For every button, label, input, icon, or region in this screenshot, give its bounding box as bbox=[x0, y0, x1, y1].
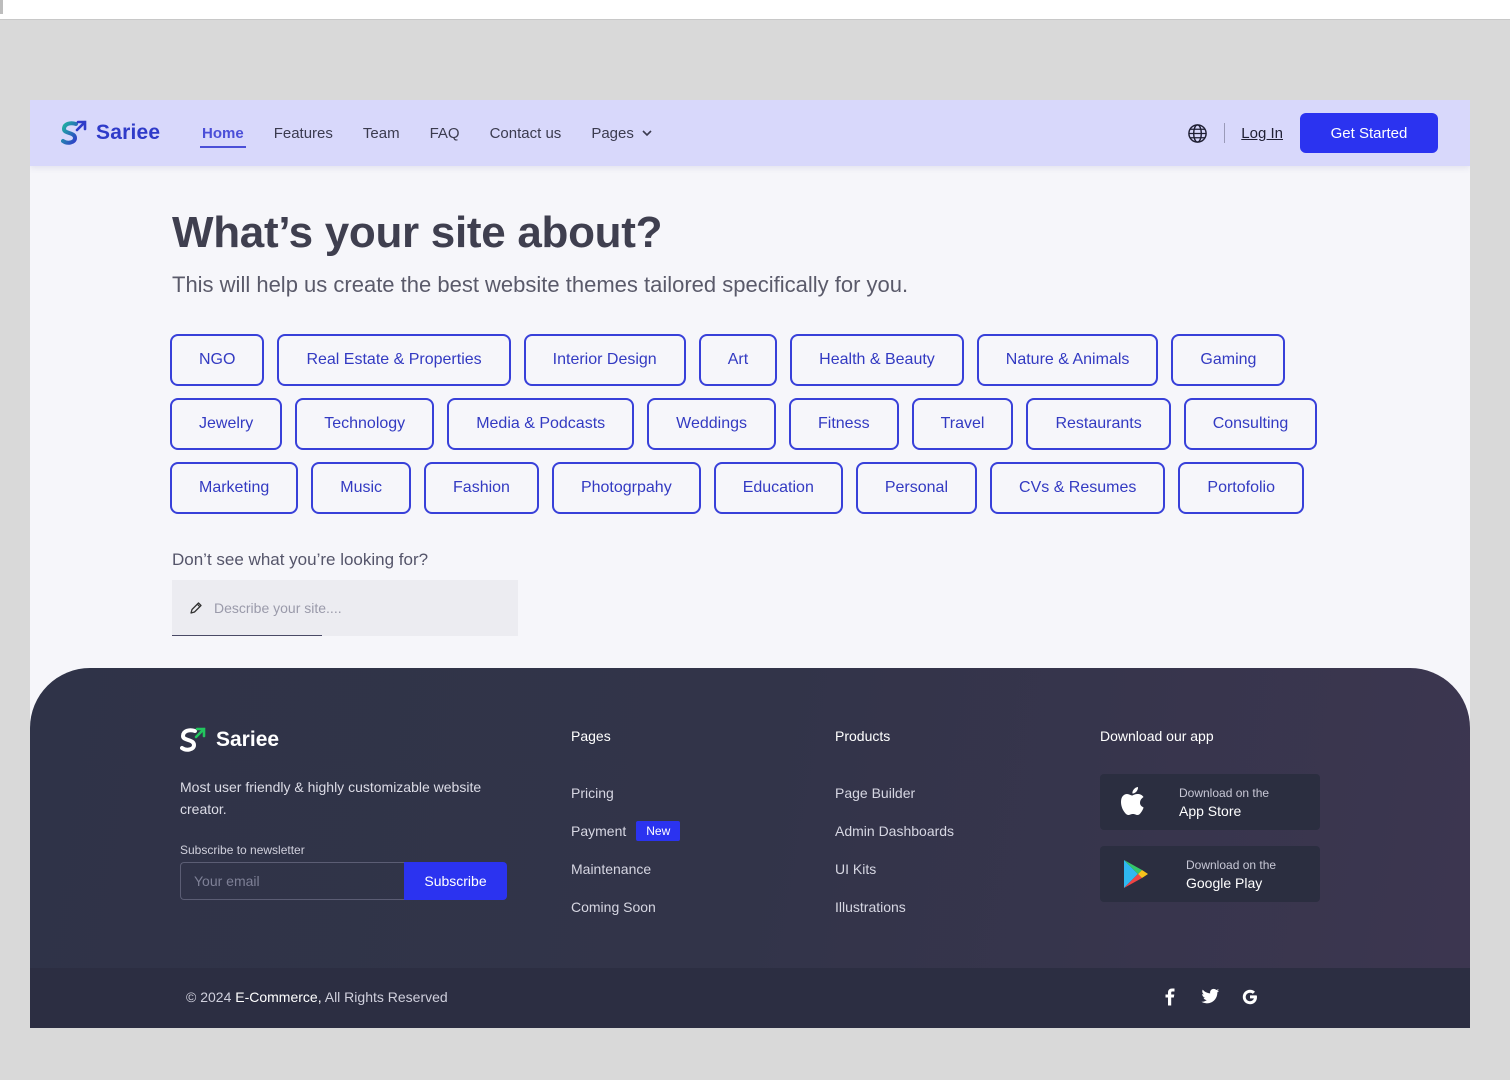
tag-travel[interactable]: Travel bbox=[911, 398, 1014, 450]
tag-marketing[interactable]: Marketing bbox=[170, 462, 299, 514]
footer-link-payment-label: Payment bbox=[571, 823, 627, 839]
tag-education[interactable]: Education bbox=[713, 462, 843, 514]
footer-app-heading: Download our app bbox=[1100, 728, 1214, 744]
tag-personal[interactable]: Personal bbox=[855, 462, 978, 514]
brand-name: Sariee bbox=[96, 121, 161, 144]
tag-technology[interactable]: Technology bbox=[295, 398, 435, 450]
tag-health-beauty[interactable]: Health & Beauty bbox=[790, 334, 964, 386]
nav-contact[interactable]: Contact us bbox=[490, 125, 562, 142]
google-play-label: Google Play bbox=[1186, 874, 1263, 891]
tag-portfolio[interactable]: Portofolio bbox=[1178, 462, 1304, 514]
nav-faq[interactable]: FAQ bbox=[430, 125, 460, 142]
tag-cvs-resumes[interactable]: CVs & Resumes bbox=[990, 462, 1166, 514]
facebook-icon[interactable] bbox=[1160, 987, 1180, 1007]
pencil-icon bbox=[190, 602, 202, 614]
scroll-marker bbox=[0, 0, 3, 14]
tag-interior-design[interactable]: Interior Design bbox=[523, 334, 686, 386]
login-link[interactable]: Log In bbox=[1241, 125, 1283, 142]
nav-divider bbox=[1224, 123, 1226, 143]
google-play-icon bbox=[1124, 860, 1148, 888]
custom-prompt: Don’t see what you’re looking for? bbox=[172, 550, 429, 569]
footer-link-page-builder[interactable]: Page Builder bbox=[835, 774, 954, 812]
newsletter-form: Subscribe bbox=[180, 862, 508, 900]
footer-brand-logo[interactable]: Sariee bbox=[180, 726, 279, 754]
sariee-logo-icon bbox=[180, 727, 206, 752]
social-links bbox=[1160, 987, 1260, 1007]
describe-site-input[interactable] bbox=[214, 600, 504, 616]
tag-photography[interactable]: Photogrpahy bbox=[551, 462, 701, 514]
footer-products-column: Products Page Builder Admin Dashboards U… bbox=[835, 728, 954, 926]
page-title: What’s your site about? bbox=[172, 208, 663, 257]
newsletter-label: Subscribe to newsletter bbox=[180, 843, 305, 857]
globe-icon[interactable] bbox=[1186, 122, 1208, 144]
brand-logo[interactable]: Sariee bbox=[61, 119, 160, 147]
nav-actions: Log In Get Started bbox=[1186, 113, 1438, 153]
main-nav: Home Features Team FAQ Contact us Pages bbox=[200, 100, 683, 166]
copyright-prefix: © 2024 bbox=[186, 989, 232, 1005]
tag-media-podcasts[interactable]: Media & Podcasts bbox=[447, 398, 635, 450]
tag-fitness[interactable]: Fitness bbox=[789, 398, 899, 450]
app-store-text: Download on the App Store bbox=[1179, 786, 1269, 819]
google-play-button[interactable]: Download on the Google Play bbox=[1100, 846, 1320, 902]
google-play-small-text: Download on the bbox=[1186, 857, 1277, 872]
app-store-button[interactable]: Download on the App Store bbox=[1100, 774, 1320, 830]
page: Sariee Home Features Team FAQ Contact us… bbox=[30, 100, 1470, 1028]
footer-bottom-bar: © 2024 E-Commerce, All Rights Reserved bbox=[30, 968, 1470, 1028]
footer: Sariee Most user friendly & highly custo… bbox=[30, 668, 1470, 968]
copyright-suffix: All Rights Reserved bbox=[324, 989, 448, 1005]
footer-tagline: Most user friendly & highly customizable… bbox=[180, 779, 482, 817]
describe-site-field[interactable] bbox=[172, 580, 518, 636]
chevron-down-icon bbox=[642, 130, 652, 137]
footer-link-ui-kits[interactable]: UI Kits bbox=[835, 850, 954, 888]
newsletter-email-input[interactable] bbox=[180, 862, 404, 900]
tag-art[interactable]: Art bbox=[698, 334, 778, 386]
nav-pages-dropdown[interactable]: Pages bbox=[591, 125, 653, 142]
twitter-icon[interactable] bbox=[1200, 987, 1220, 1007]
copyright-text: © 2024 E-Commerce, All Rights Reserved bbox=[186, 989, 448, 1005]
page-subtitle: This will help us create the best websit… bbox=[172, 272, 909, 297]
get-started-button[interactable]: Get Started bbox=[1300, 113, 1438, 153]
footer-link-payment[interactable]: Payment New bbox=[571, 812, 681, 850]
sariee-logo-icon bbox=[61, 120, 87, 145]
google-play-text: Download on the Google Play bbox=[1186, 858, 1276, 891]
tag-jewelry[interactable]: Jewelry bbox=[170, 398, 283, 450]
footer-brand-name: Sariee bbox=[216, 728, 280, 751]
category-tags: NGO Real Estate & Properties Interior De… bbox=[170, 334, 1330, 514]
subscribe-button[interactable]: Subscribe bbox=[404, 862, 507, 900]
footer-pages-column: Pages Pricing Payment New Maintenance Co… bbox=[571, 728, 681, 926]
tag-nature-animals[interactable]: Nature & Animals bbox=[976, 334, 1159, 386]
apple-icon bbox=[1121, 787, 1144, 815]
nav-home[interactable]: Home bbox=[200, 125, 246, 148]
footer-link-illustrations[interactable]: Illustrations bbox=[835, 888, 954, 926]
nav-team[interactable]: Team bbox=[363, 125, 400, 142]
tag-fashion[interactable]: Fashion bbox=[424, 462, 539, 514]
new-badge: New bbox=[636, 821, 681, 841]
tag-weddings[interactable]: Weddings bbox=[647, 398, 776, 450]
google-icon[interactable] bbox=[1240, 987, 1260, 1007]
footer-link-pricing[interactable]: Pricing bbox=[571, 774, 680, 812]
footer-products-heading: Products bbox=[835, 728, 891, 744]
footer-link-maintenance[interactable]: Maintenance bbox=[571, 850, 680, 888]
browser-top-strip bbox=[0, 0, 1510, 20]
nav-features[interactable]: Features bbox=[274, 125, 333, 142]
app-store-small-text: Download on the bbox=[1179, 785, 1270, 800]
footer-pages-heading: Pages bbox=[571, 728, 611, 744]
app-store-label: App Store bbox=[1179, 802, 1242, 819]
tag-consulting[interactable]: Consulting bbox=[1183, 398, 1318, 450]
footer-link-admin-dashboards[interactable]: Admin Dashboards bbox=[835, 812, 954, 850]
footer-app-column: Download our app bbox=[1100, 728, 1214, 774]
copyright-brand: E-Commerce, bbox=[235, 989, 322, 1005]
nav-pages-label: Pages bbox=[591, 124, 634, 142]
footer-link-coming-soon[interactable]: Coming Soon bbox=[571, 888, 680, 926]
tag-gaming[interactable]: Gaming bbox=[1171, 334, 1286, 386]
tag-real-estate[interactable]: Real Estate & Properties bbox=[277, 334, 511, 386]
tag-music[interactable]: Music bbox=[311, 462, 412, 514]
tag-ngo[interactable]: NGO bbox=[170, 334, 265, 386]
tag-restaurants[interactable]: Restaurants bbox=[1026, 398, 1171, 450]
navbar: Sariee Home Features Team FAQ Contact us… bbox=[30, 100, 1470, 166]
